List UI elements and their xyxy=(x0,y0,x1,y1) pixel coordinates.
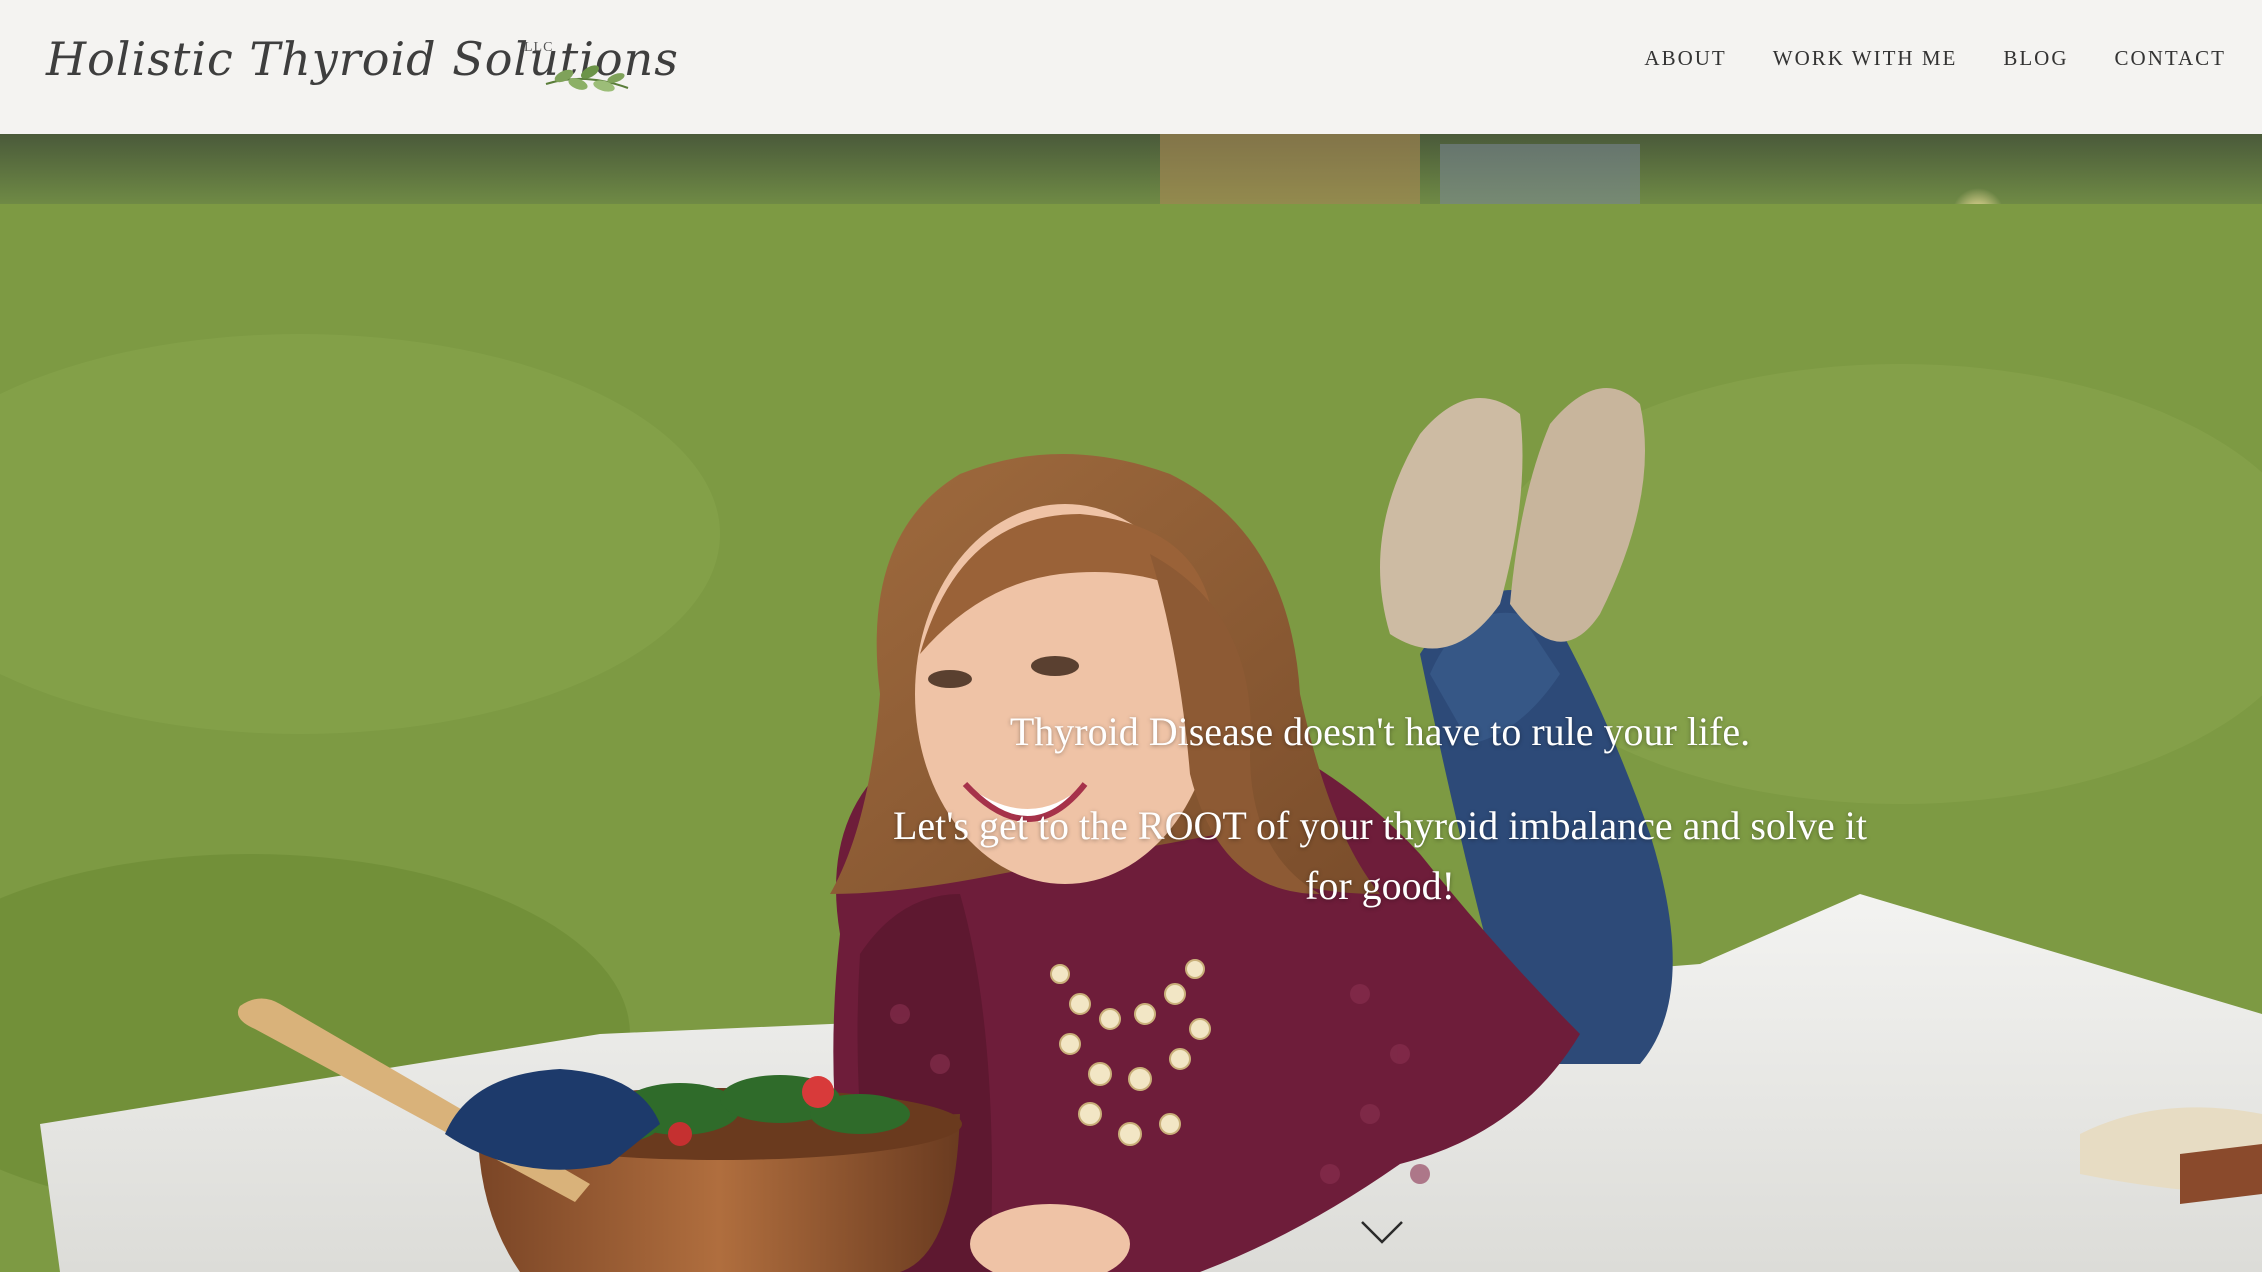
nav-link-blog[interactable]: BLOG xyxy=(2003,46,2068,71)
hero-subheadline: Let's get to the ROOT of your thyroid im… xyxy=(892,803,1868,908)
main-nav: ABOUT WORK WITH ME BLOG CONTACT xyxy=(1644,46,2226,71)
hero-headline: Thyroid Disease doesn't have to rule you… xyxy=(1009,709,1751,754)
nav-link-contact[interactable]: CONTACT xyxy=(2115,46,2226,71)
hero-text-block: Thyroid Disease doesn't have to rule you… xyxy=(870,708,1890,916)
chevron-down-icon[interactable] xyxy=(1360,1220,1404,1246)
hero-section: Thyroid Disease doesn't have to rule you… xyxy=(0,134,2262,1272)
page: Holistic Thyroid Solutions LLC ABOUT WOR… xyxy=(0,0,2262,1272)
hero-photo xyxy=(0,134,2262,1272)
nav-link-work-with-me[interactable]: WORK WITH ME xyxy=(1773,46,1958,71)
nav-link-about[interactable]: ABOUT xyxy=(1644,46,1726,71)
site-logo[interactable]: Holistic Thyroid Solutions LLC xyxy=(46,24,678,104)
leaf-icon xyxy=(545,65,629,92)
site-header: Holistic Thyroid Solutions LLC ABOUT WOR… xyxy=(0,0,2262,134)
